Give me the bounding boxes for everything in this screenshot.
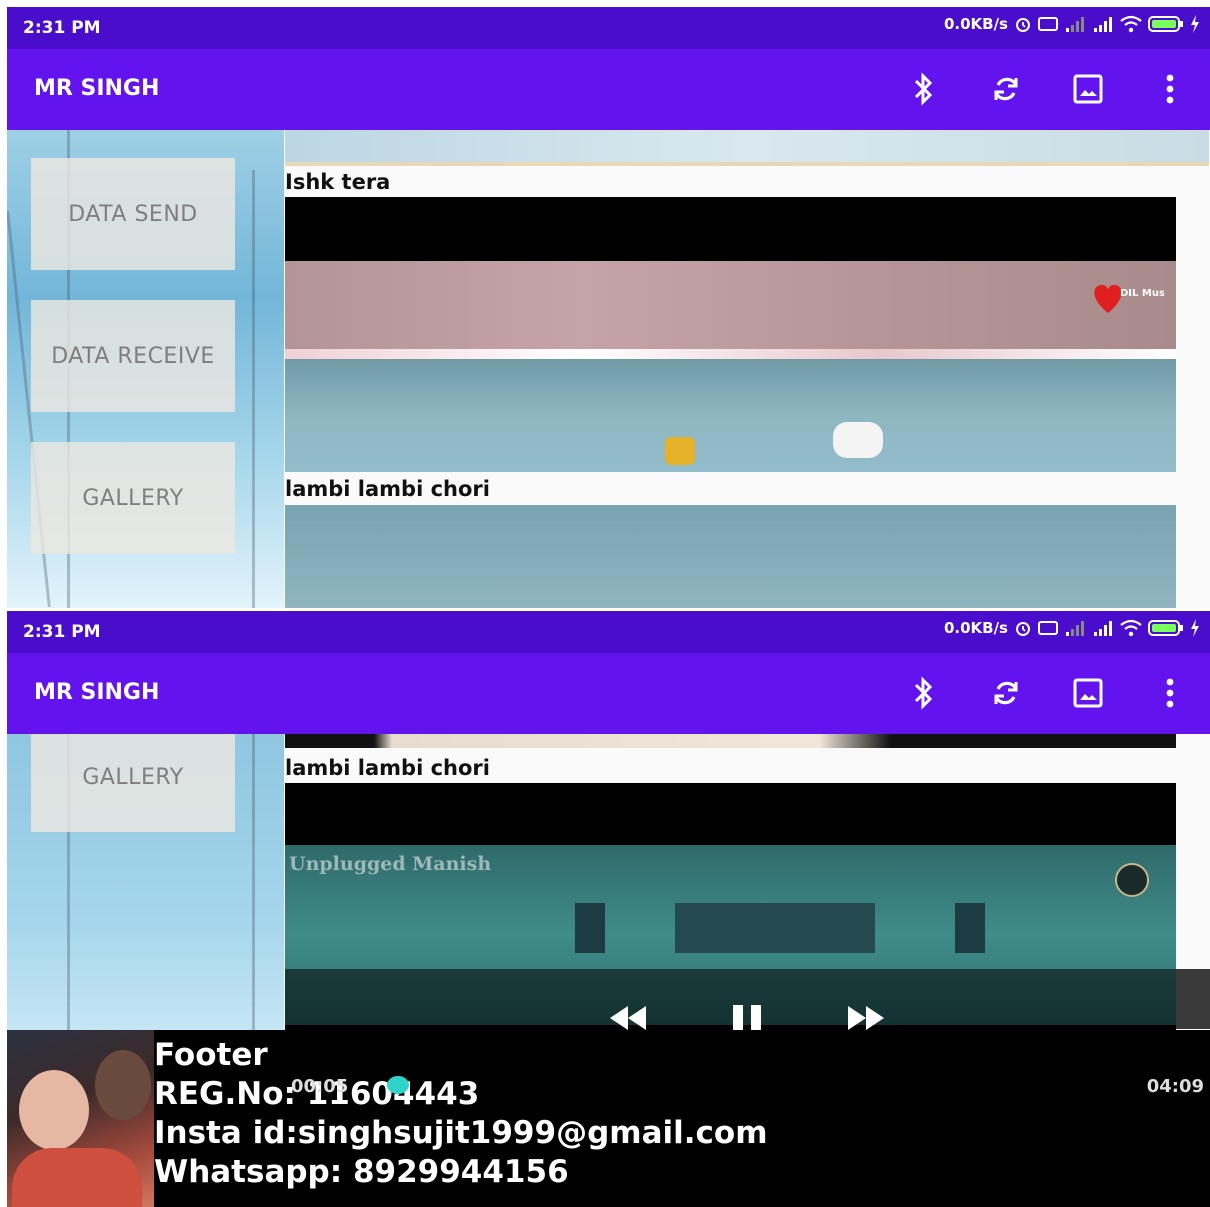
screenshot-bottom: 2:31 PM 0.0KB/s MR SINGH GALLERY lambi l… xyxy=(7,611,1210,1207)
signal-icon xyxy=(1092,620,1114,636)
signal-weak-icon xyxy=(1064,620,1086,636)
footer-heading: Footer xyxy=(154,1037,268,1073)
app-bar: MR SINGH xyxy=(7,49,1210,130)
song-list: Ishk tera DIL Music lambi lambi chori xyxy=(284,130,1210,608)
channel-watermark: Unplugged Manish xyxy=(289,853,492,875)
video-thumbnail[interactable] xyxy=(285,505,1176,608)
sync-icon[interactable] xyxy=(986,673,1026,713)
overflow-menu-icon[interactable] xyxy=(1150,69,1190,109)
image-icon[interactable] xyxy=(1068,673,1108,713)
video-thumbnail-partial xyxy=(285,734,1176,748)
video-player[interactable]: DIL Music xyxy=(285,197,1176,472)
whatsapp-number: Whatsapp: 8929944156 xyxy=(154,1154,569,1190)
profile-photo xyxy=(7,1030,154,1207)
battery-icon xyxy=(1148,619,1184,637)
song-title[interactable]: lambi lambi chori xyxy=(285,477,490,501)
app-title: MR SINGH xyxy=(34,680,160,705)
alarm-icon xyxy=(1014,619,1032,637)
footer-info: Footer REG.No: 11604443 Insta id:singhsu… xyxy=(154,1036,768,1192)
content-area: GALLERY lambi lambi chori Unplugged Mani… xyxy=(7,734,1210,1207)
bluetooth-icon[interactable] xyxy=(904,673,944,713)
data-receive-button[interactable]: DATA RECEIVE xyxy=(31,300,235,412)
gallery-button[interactable]: GALLERY xyxy=(31,442,235,554)
bluetooth-icon[interactable] xyxy=(904,69,944,109)
channel-logo-text: DIL Music xyxy=(1120,288,1164,299)
network-speed: 0.0KB/s xyxy=(943,619,1008,637)
video-thumbnail-partial xyxy=(285,130,1209,166)
insta-id: Insta id:singhsujit1999@gmail.com xyxy=(154,1115,768,1151)
wifi-icon xyxy=(1120,15,1142,33)
network-speed: 0.0KB/s xyxy=(943,15,1008,33)
hd-voice-icon xyxy=(1038,16,1058,32)
channel-logo: DIL Music xyxy=(1090,279,1174,319)
hd-voice-icon xyxy=(1038,620,1058,636)
seek-thumb[interactable] xyxy=(387,1076,409,1094)
status-icons: 0.0KB/s xyxy=(944,619,1200,637)
status-time: 2:31 PM xyxy=(23,622,101,642)
signal-icon xyxy=(1092,16,1114,32)
battery-icon xyxy=(1148,15,1184,33)
data-send-button[interactable]: DATA SEND xyxy=(31,158,235,270)
status-icons: 0.0KB/s xyxy=(944,15,1200,33)
gallery-button[interactable]: GALLERY xyxy=(31,734,235,832)
elapsed-time: 00:05 xyxy=(291,1076,349,1097)
app-bar: MR SINGH xyxy=(7,653,1210,734)
app-actions xyxy=(904,673,1190,713)
wifi-icon xyxy=(1120,619,1142,637)
signal-weak-icon xyxy=(1064,16,1086,32)
footer: Footer REG.No: 11604443 Insta id:singhsu… xyxy=(7,1030,1210,1207)
status-time: 2:31 PM xyxy=(23,18,101,38)
app-actions xyxy=(904,69,1190,109)
app-title: MR SINGH xyxy=(34,76,160,101)
image-icon[interactable] xyxy=(1068,69,1108,109)
total-time: 04:09 xyxy=(1146,1076,1204,1097)
sidebar: DATA SEND DATA RECEIVE GALLERY xyxy=(7,130,284,608)
status-bar: 2:31 PM 0.0KB/s xyxy=(7,611,1210,653)
status-bar: 2:31 PM 0.0KB/s xyxy=(7,7,1210,49)
song-title[interactable]: lambi lambi chori xyxy=(285,756,490,780)
person-figure xyxy=(833,422,883,458)
overflow-menu-icon[interactable] xyxy=(1150,673,1190,713)
song-title[interactable]: Ishk tera xyxy=(285,170,390,194)
charging-icon xyxy=(1190,619,1200,637)
person-figure xyxy=(665,437,695,465)
channel-logo xyxy=(1115,863,1149,897)
sync-icon[interactable] xyxy=(986,69,1026,109)
charging-icon xyxy=(1190,15,1200,33)
screenshot-top: 2:31 PM 0.0KB/s MR SINGH DATA SEND DATA … xyxy=(7,7,1210,608)
reg-no: REG.No: 11604443 xyxy=(154,1076,480,1112)
alarm-icon xyxy=(1014,15,1032,33)
content-area: DATA SEND DATA RECEIVE GALLERY Ishk tera… xyxy=(7,130,1210,608)
